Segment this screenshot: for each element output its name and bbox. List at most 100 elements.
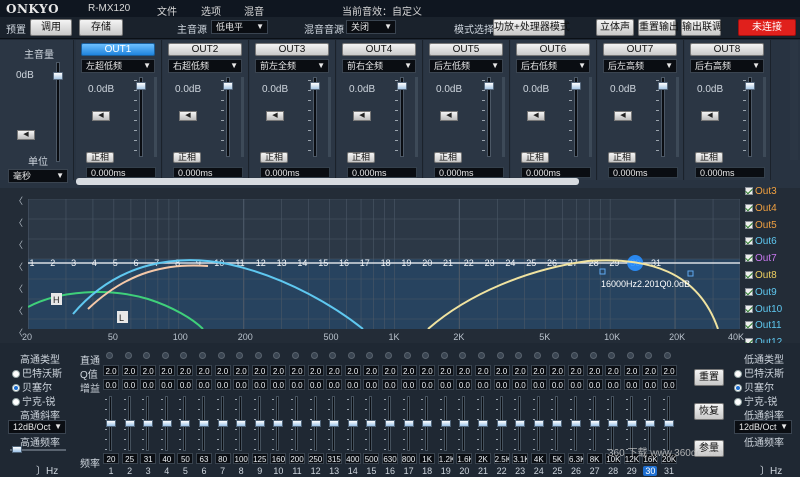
channel-button-1[interactable]: OUT1: [81, 43, 155, 56]
band-freq-value-5[interactable]: 50: [177, 453, 194, 464]
band-freq-value-11[interactable]: 200: [289, 453, 305, 464]
band-freq-value-2[interactable]: 25: [121, 453, 138, 464]
band-slider-knob-29[interactable]: [626, 420, 637, 427]
connect-button[interactable]: 未连接: [738, 19, 796, 36]
band-gain-value-20[interactable]: 0.0: [456, 379, 473, 390]
band-q-value-31[interactable]: 2.0: [661, 365, 677, 376]
channel-filter-select-3[interactable]: 前左全频 ▼: [255, 59, 329, 73]
band-freq-value-18[interactable]: 1K: [419, 453, 436, 464]
band-number-14[interactable]: 14: [346, 466, 360, 476]
band-q-value-12[interactable]: 2.0: [307, 365, 324, 376]
unit-select[interactable]: 毫秒 ▼: [8, 169, 68, 183]
band-gain-value-25[interactable]: 0.0: [549, 379, 566, 390]
band-q-value-4[interactable]: 2.0: [158, 365, 175, 376]
band-gain-value-11[interactable]: 0.0: [289, 379, 305, 390]
band-q-value-25[interactable]: 2.0: [549, 365, 566, 376]
channel-delay-value-8[interactable]: 0.000ms: [695, 167, 765, 178]
channel-mute-button-3[interactable]: ◀: [266, 111, 284, 121]
channel-phase-button-6[interactable]: 正相: [521, 152, 549, 163]
band-bypass-toggle-24[interactable]: [533, 352, 541, 359]
band-bypass-toggle-1[interactable]: [106, 352, 113, 359]
band-number-18[interactable]: 18: [420, 466, 434, 476]
legend-item-out6[interactable]: Out6: [745, 236, 777, 247]
band-number-10[interactable]: 10: [271, 466, 285, 476]
band-slider-knob-5[interactable]: [180, 420, 191, 427]
band-q-value-7[interactable]: 2.0: [214, 365, 231, 376]
restore-button[interactable]: 恢复: [694, 403, 724, 420]
band-number-29[interactable]: 29: [625, 466, 639, 476]
band-q-value-23[interactable]: 2.0: [512, 365, 529, 376]
band-gain-value-30[interactable]: 0.0: [642, 379, 659, 390]
band-gain-value-19[interactable]: 0.0: [437, 379, 454, 390]
channel-phase-button-7[interactable]: 正相: [608, 152, 636, 163]
band-bypass-toggle-7[interactable]: [217, 352, 225, 359]
band-gain-value-7[interactable]: 0.0: [214, 379, 231, 390]
band-gain-value-24[interactable]: 0.0: [530, 379, 547, 390]
master-fader-knob[interactable]: [53, 72, 63, 80]
channel-button-5[interactable]: OUT5: [429, 43, 503, 56]
band-bypass-toggle-22[interactable]: [496, 352, 504, 359]
band-number-7[interactable]: 7: [216, 466, 230, 476]
band-slider-knob-26[interactable]: [571, 420, 581, 427]
channel-delay-value-2[interactable]: 0.000ms: [173, 167, 243, 178]
channel-filter-select-1[interactable]: 左超低频 ▼: [81, 59, 155, 73]
band-gain-value-15[interactable]: 0.0: [363, 379, 380, 390]
band-number-8[interactable]: 8: [234, 466, 248, 476]
band-bypass-toggle-28[interactable]: [608, 352, 616, 359]
band-freq-value-3[interactable]: 31: [140, 453, 157, 464]
band-number-23[interactable]: 23: [513, 466, 527, 476]
band-bypass-toggle-4[interactable]: [161, 352, 169, 359]
band-slider-knob-10[interactable]: [273, 420, 284, 427]
band-q-value-21[interactable]: 2.0: [475, 365, 491, 376]
master-mute-button[interactable]: ◀: [17, 130, 35, 140]
band-freq-value-20[interactable]: 1.6K: [456, 453, 473, 464]
eq-curve-plot[interactable]: 1 2 3 4 5 6 7 8 9 10 11 12 13 14 15 16 17 18 19 20 21 22 23 24 2…: [27, 198, 741, 330]
band-q-value-14[interactable]: 2.0: [344, 365, 361, 376]
band-gain-value-22[interactable]: 0.0: [493, 379, 510, 390]
channel-button-2[interactable]: OUT2: [168, 43, 242, 56]
band-q-value-19[interactable]: 2.0: [437, 365, 454, 376]
band-freq-value-27[interactable]: 8K: [586, 453, 603, 464]
channel-delay-value-7[interactable]: 0.000ms: [608, 167, 678, 178]
channel-button-3[interactable]: OUT3: [255, 43, 329, 56]
band-bypass-toggle-11[interactable]: [292, 352, 299, 359]
band-slider-knob-18[interactable]: [422, 420, 433, 427]
band-slider-knob-11[interactable]: [292, 420, 302, 427]
band-q-value-9[interactable]: 2.0: [251, 365, 268, 376]
band-number-1[interactable]: 1: [104, 466, 118, 476]
channel-filter-select-8[interactable]: 后右高频 ▼: [690, 59, 764, 73]
band-gain-value-17[interactable]: 0.0: [400, 379, 417, 390]
band-q-value-10[interactable]: 2.0: [270, 365, 287, 376]
band-number-17[interactable]: 17: [402, 466, 416, 476]
band-number-9[interactable]: 9: [253, 466, 267, 476]
band-number-11[interactable]: 11: [290, 466, 304, 476]
band-gain-value-31[interactable]: 0.0: [661, 379, 677, 390]
band-number-3[interactable]: 3: [141, 466, 155, 476]
hp-type-option-2[interactable]: 贝塞尔: [12, 379, 52, 394]
hp-type-option-1[interactable]: 巴特沃斯: [12, 365, 62, 380]
band-q-value-26[interactable]: 2.0: [568, 365, 584, 376]
band-gain-value-14[interactable]: 0.0: [344, 379, 361, 390]
reset-button[interactable]: 重置: [694, 369, 724, 386]
band-q-value-15[interactable]: 2.0: [363, 365, 380, 376]
band-q-value-2[interactable]: 2.0: [121, 365, 138, 376]
band-bypass-toggle-26[interactable]: [571, 352, 578, 359]
channel-filter-select-6[interactable]: 后右低频 ▼: [516, 59, 590, 73]
band-number-5[interactable]: 5: [178, 466, 192, 476]
band-bypass-toggle-16[interactable]: [385, 352, 392, 359]
band-gain-value-8[interactable]: 0.0: [233, 379, 250, 390]
band-number-30[interactable]: 30: [643, 466, 658, 476]
channel-mute-button-2[interactable]: ◀: [179, 111, 197, 121]
channel-fader-knob-1[interactable]: [136, 82, 146, 90]
band-number-4[interactable]: 4: [160, 466, 174, 476]
band-slider-knob-4[interactable]: [161, 420, 172, 427]
hp-freq-knob[interactable]: [12, 446, 22, 453]
band-slider-knob-1[interactable]: [106, 420, 116, 427]
band-number-13[interactable]: 13: [327, 466, 341, 476]
band-bypass-toggle-20[interactable]: [459, 352, 467, 359]
load-button[interactable]: 调用: [30, 19, 72, 36]
band-number-27[interactable]: 27: [588, 466, 602, 476]
band-freq-value-12[interactable]: 250: [307, 453, 324, 464]
band-q-value-18[interactable]: 2.0: [419, 365, 436, 376]
band-bypass-toggle-3[interactable]: [143, 352, 151, 359]
